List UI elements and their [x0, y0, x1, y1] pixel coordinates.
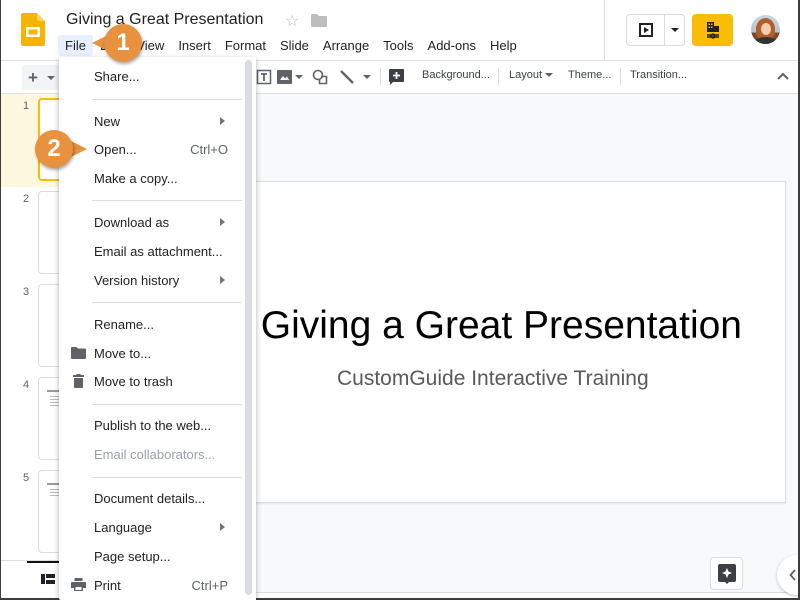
menu-item-download-as[interactable]: Download as — [59, 208, 245, 236]
user-avatar[interactable] — [751, 15, 780, 44]
menu-item-email-as-attachment[interactable]: Email as attachment... — [59, 237, 245, 265]
add-comment-button[interactable] — [389, 68, 404, 86]
present-icon — [638, 23, 653, 37]
present-button-group — [626, 14, 685, 46]
slide-number: 2 — [23, 193, 30, 205]
shortcut-label: Ctrl+P — [191, 577, 228, 593]
menu-separator — [92, 404, 242, 405]
insert-image-button[interactable] — [277, 68, 303, 86]
menu-item-print[interactable]: Print Ctrl+P — [59, 571, 245, 599]
document-title[interactable]: Giving a Great Presentation — [66, 11, 263, 29]
menu-tools[interactable]: Tools — [376, 35, 420, 56]
caret-down-icon — [670, 28, 679, 32]
menu-item-publish-to-web[interactable]: Publish to the web... — [59, 411, 245, 439]
toolbar-separator — [620, 68, 621, 86]
theme-button[interactable]: Theme... — [568, 69, 611, 81]
slide-subtitle[interactable]: CustomGuide Interactive Training — [256, 367, 785, 391]
menu-item-rename[interactable]: Rename... — [59, 310, 245, 338]
slide-number: 5 — [23, 472, 30, 484]
menu-item-page-setup[interactable]: Page setup... — [59, 542, 245, 570]
layout-label: Layout — [509, 69, 543, 81]
shape-icon — [312, 69, 328, 85]
shape-button[interactable] — [312, 68, 328, 86]
submenu-arrow-icon — [220, 276, 225, 284]
header-divider — [604, 0, 605, 60]
trash-icon — [73, 374, 84, 388]
menu-item-version-history[interactable]: Version history — [59, 266, 245, 294]
menu-file[interactable]: File — [58, 34, 93, 56]
caret-down-icon — [545, 73, 554, 77]
menu-item-email-collaborators: Email collaborators... — [94, 446, 216, 462]
slide-number: 3 — [23, 286, 30, 298]
menu-help[interactable]: Help — [483, 35, 524, 56]
menu-item-language[interactable]: Language — [59, 513, 245, 541]
window-frame — [0, 0, 1, 600]
caret-down-icon — [295, 75, 303, 79]
transition-button[interactable]: Transition... — [630, 69, 687, 81]
menu-arrange[interactable]: Arrange — [316, 35, 376, 56]
share-button[interactable] — [692, 14, 733, 46]
submenu-arrow-icon — [220, 117, 225, 125]
slide-number: 1 — [23, 100, 30, 112]
chevron-left-icon — [789, 569, 796, 581]
star-icon[interactable]: ☆ — [285, 11, 299, 31]
text-box-button[interactable] — [256, 68, 272, 86]
image-icon — [277, 70, 292, 84]
caret-down-icon — [46, 75, 55, 80]
menu-slide[interactable]: Slide — [273, 35, 316, 56]
menu-add-ons[interactable]: Add-ons — [421, 35, 483, 56]
menu-item-move-to-trash[interactable]: Move to trash — [59, 367, 245, 395]
explore-button[interactable] — [710, 557, 743, 590]
menu-scrollbar[interactable] — [245, 60, 252, 595]
background-button[interactable]: Background... — [422, 69, 490, 81]
chevron-up-icon[interactable] — [776, 69, 790, 83]
menu-separator — [92, 477, 242, 478]
menu-separator — [92, 200, 242, 201]
present-options-dropdown[interactable] — [665, 15, 684, 45]
callout-number: 2 — [35, 130, 73, 168]
caret-down-icon — [363, 75, 371, 79]
menu-item-share[interactable]: Share... — [59, 62, 245, 90]
folder-icon[interactable] — [311, 14, 327, 27]
submenu-arrow-icon — [220, 523, 225, 531]
add-comment-icon — [389, 69, 404, 85]
grid-view-icon[interactable] — [41, 574, 55, 584]
menu-item-document-details[interactable]: Document details... — [59, 484, 245, 512]
menu-separator — [92, 302, 242, 303]
slides-logo-icon[interactable] — [21, 13, 45, 46]
share-building-icon — [706, 22, 719, 39]
callout-number: 1 — [104, 24, 142, 62]
menu-separator — [92, 99, 242, 100]
print-icon — [71, 578, 86, 591]
submenu-arrow-icon — [220, 218, 225, 226]
explore-icon — [717, 563, 736, 584]
file-menu-dropdown: Share... New Open... Ctrl+O Make a copy.… — [59, 57, 256, 600]
menu-insert[interactable]: Insert — [171, 35, 218, 56]
line-button[interactable] — [340, 68, 371, 86]
plus-icon: + — [28, 67, 38, 87]
slide-canvas[interactable]: Giving a Great Presentation CustomGuide … — [255, 181, 786, 503]
present-button[interactable] — [627, 15, 666, 45]
layout-button[interactable]: Layout — [509, 69, 554, 81]
slide-number: 4 — [23, 379, 30, 391]
menu-item-new[interactable]: New — [59, 107, 245, 135]
menu-item-make-a-copy[interactable]: Make a copy... — [59, 164, 245, 192]
new-slide-button[interactable]: + — [22, 65, 62, 90]
filmstrip-scroll-indicator — [27, 561, 61, 563]
toolbar-separator — [498, 68, 499, 86]
folder-icon — [71, 347, 86, 359]
menu-format[interactable]: Format — [218, 35, 273, 56]
shortcut-label: Ctrl+O — [190, 141, 228, 157]
slide-title[interactable]: Giving a Great Presentation — [256, 304, 775, 348]
text-box-icon — [256, 69, 272, 85]
menu-item-move-to[interactable]: Move to... — [59, 339, 245, 367]
toolbar-separator — [380, 68, 381, 86]
line-icon — [340, 70, 354, 84]
